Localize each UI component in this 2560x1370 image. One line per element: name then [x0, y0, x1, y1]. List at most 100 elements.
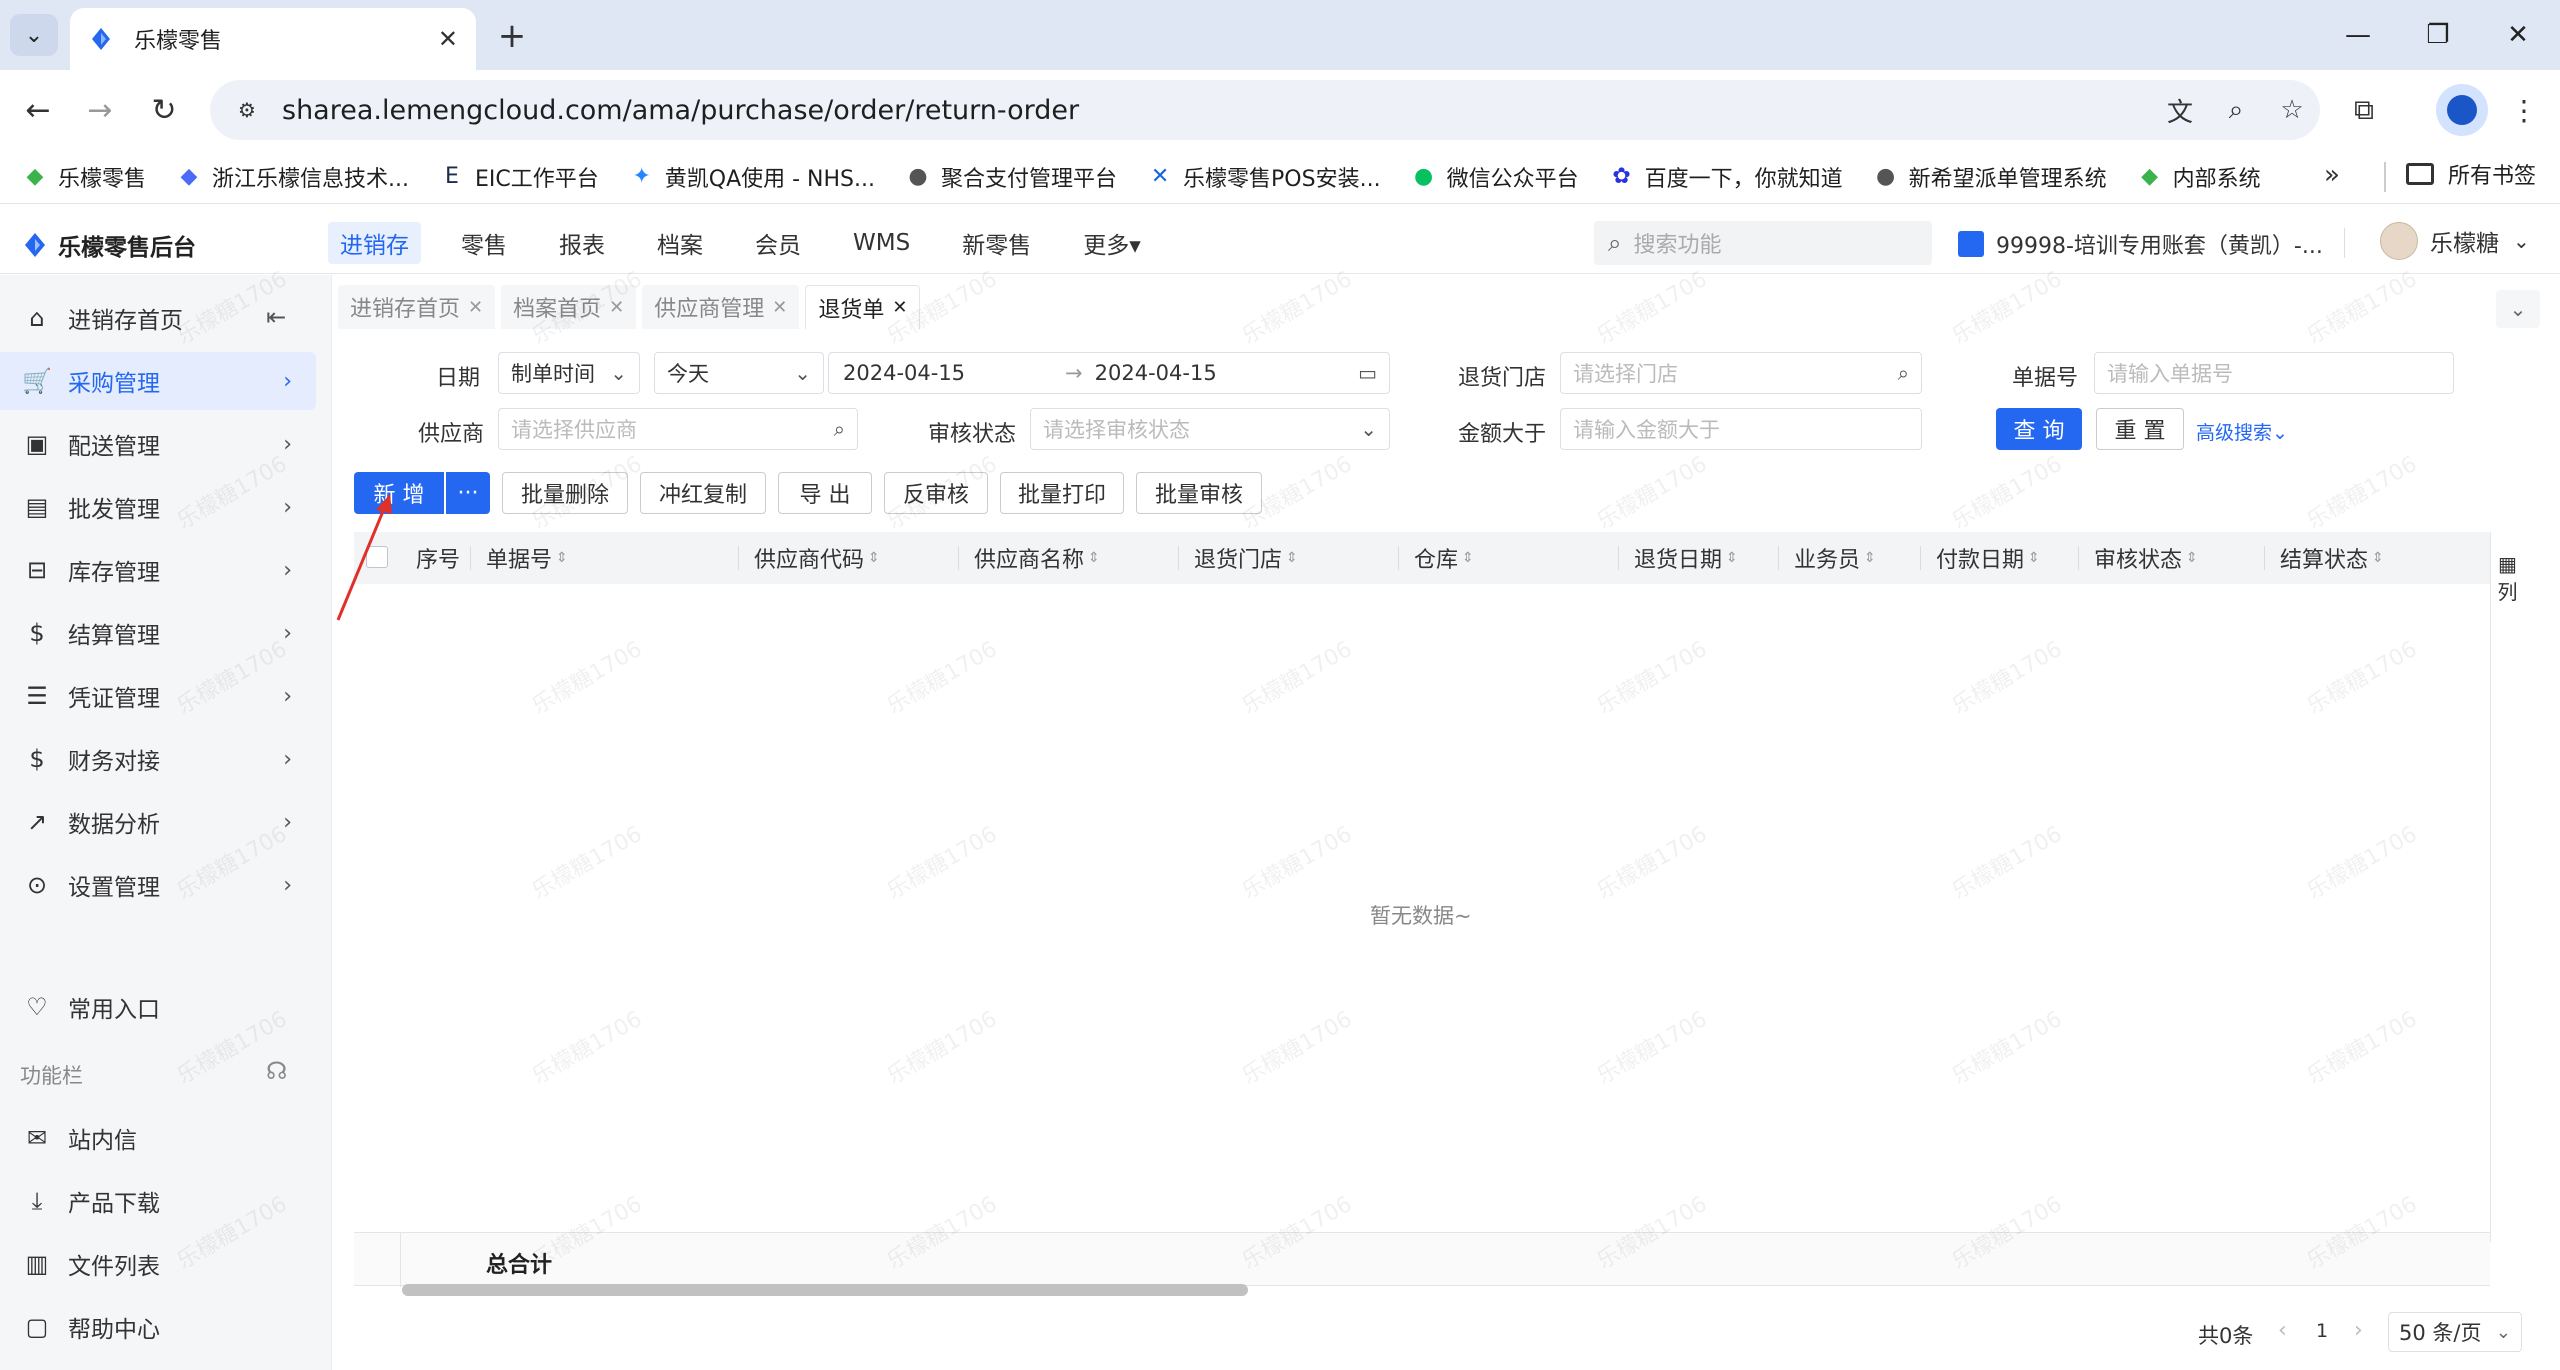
close-icon[interactable]: ✕: [468, 297, 483, 318]
prev-page-icon[interactable]: ‹: [2278, 1318, 2287, 1343]
table-column-header[interactable]: 审核状态 ⇕: [2094, 532, 2198, 584]
translate-icon[interactable]: 文: [2152, 86, 2208, 134]
red-copy-button[interactable]: 冲红复制: [640, 472, 766, 514]
bookmark-item[interactable]: ● 微信公众平台: [1411, 161, 1579, 193]
close-tab-icon[interactable]: ✕: [438, 25, 458, 53]
add-button[interactable]: 新 增: [354, 472, 444, 514]
topnav-item[interactable]: 进销存: [328, 222, 421, 264]
reset-button[interactable]: 重 置: [2096, 408, 2184, 450]
advanced-search-link[interactable]: 高级搜索⌄: [2196, 418, 2288, 445]
next-page-icon[interactable]: ›: [2354, 1318, 2363, 1343]
table-column-header[interactable]: 供应商代码 ⇕: [754, 532, 880, 584]
column-settings[interactable]: ▦ 列: [2490, 532, 2524, 1242]
back-button[interactable]: ←: [14, 86, 62, 134]
page-tab[interactable]: 进销存首页 ✕: [338, 285, 496, 329]
close-icon[interactable]: ✕: [609, 297, 624, 318]
close-icon[interactable]: ✕: [892, 297, 907, 318]
date-range-select[interactable]: 今天 ⌄: [654, 352, 824, 394]
page-tab[interactable]: 供应商管理 ✕: [642, 285, 800, 329]
query-button[interactable]: 查 询: [1996, 408, 2082, 450]
bookmarks-overflow-icon[interactable]: »: [2324, 160, 2340, 190]
add-more-button[interactable]: ···: [446, 472, 490, 514]
page-size-select[interactable]: 50 条/页 ⌄: [2388, 1312, 2522, 1352]
unaudit-button[interactable]: 反审核: [884, 472, 988, 514]
bookmark-item[interactable]: ◆ 浙江乐檬信息技术...: [176, 161, 409, 193]
account-selector[interactable]: 99998-培训专用账套（黄凯）-...: [1958, 228, 2323, 260]
topnav-item[interactable]: 会员: [743, 222, 813, 264]
table-column-header[interactable]: 仓库 ⇕: [1414, 532, 1474, 584]
return-store-input[interactable]: 请选择门店 ⌕: [1560, 352, 1922, 394]
table-column-header[interactable]: 业务员 ⇕: [1794, 532, 1876, 584]
batch-delete-button[interactable]: 批量删除: [502, 472, 628, 514]
audit-status-select[interactable]: 请选择审核状态 ⌄: [1030, 408, 1390, 450]
bookmark-item[interactable]: ✿ 百度一下，你就知道: [1609, 161, 1842, 193]
profile-avatar[interactable]: [2436, 84, 2488, 136]
topnav-item[interactable]: 零售: [449, 222, 519, 264]
bookmark-item[interactable]: ◆ 乐檬零售: [22, 161, 146, 193]
address-bar[interactable]: ⚙ sharea.lemengcloud.com/ama/purchase/or…: [210, 80, 2320, 140]
user-menu[interactable]: 乐檬糖 ⌄: [2380, 222, 2530, 260]
bookmark-item[interactable]: ✦ 黄凯QA使用 - NHS...: [629, 161, 875, 193]
sidebar-favorites[interactable]: ♡ 常用入口: [0, 978, 316, 1036]
new-tab-button[interactable]: +: [490, 14, 534, 58]
sidebar-bottom-item[interactable]: ▥ 文件列表: [0, 1235, 316, 1293]
select-all-checkbox[interactable]: [366, 546, 388, 568]
site-info-icon[interactable]: ⚙: [232, 95, 262, 125]
sidebar-item[interactable]: ↗ 数据分析 ›: [0, 793, 316, 851]
sidebar-bottom-item[interactable]: ✉ 站内信: [0, 1109, 316, 1167]
page-tabs-dropdown[interactable]: ⌄: [2496, 290, 2540, 328]
forward-button[interactable]: →: [76, 86, 124, 134]
bookmark-item[interactable]: ● 新希望派单管理系统: [1873, 161, 2107, 193]
sidebar-item[interactable]: ▤ 批发管理 ›: [0, 478, 316, 536]
sidebar-item[interactable]: $ 财务对接 ›: [0, 730, 316, 788]
close-window-button[interactable]: ✕: [2478, 8, 2558, 62]
bookmark-item[interactable]: ✕ 乐檬零售POS安装...: [1147, 161, 1381, 193]
table-column-header[interactable]: 供应商名称 ⇕: [974, 532, 1100, 584]
topnav-item[interactable]: 新零售: [950, 222, 1043, 264]
batch-print-button[interactable]: 批量打印: [1000, 472, 1124, 514]
topnav-item[interactable]: 档案: [645, 222, 715, 264]
minimize-button[interactable]: —: [2318, 8, 2398, 62]
page-tab[interactable]: 退货单 ✕: [805, 285, 921, 329]
table-column-header[interactable]: 结算状态 ⇕: [2280, 532, 2384, 584]
extensions-icon[interactable]: ⧉: [2340, 86, 2388, 134]
headset-icon[interactable]: ☊: [266, 1057, 287, 1085]
date-type-select[interactable]: 制单时间 ⌄: [498, 352, 640, 394]
sidebar-item[interactable]: $ 结算管理 ›: [0, 604, 316, 662]
topnav-item[interactable]: 更多▾: [1071, 222, 1153, 264]
restore-button[interactable]: ❐: [2398, 8, 2478, 62]
doc-no-input[interactable]: 请输入单据号: [2094, 352, 2454, 394]
sidebar-item[interactable]: ▣ 配送管理 ›: [0, 415, 316, 473]
bookmark-item[interactable]: ● 聚合支付管理平台: [905, 161, 1117, 193]
sidebar-item[interactable]: ☰ 凭证管理 ›: [0, 667, 316, 725]
table-column-header[interactable]: 退货门店 ⇕: [1194, 532, 1298, 584]
sidebar-item[interactable]: ⌂ 进销存首页: [0, 289, 316, 347]
supplier-input[interactable]: 请选择供应商 ⌕: [498, 408, 858, 450]
page-tab[interactable]: 档案首页 ✕: [501, 285, 637, 329]
zoom-icon[interactable]: ⌕: [2208, 86, 2264, 134]
topnav-item[interactable]: 报表: [547, 222, 617, 264]
horizontal-scrollbar[interactable]: [402, 1284, 1248, 1296]
current-page[interactable]: 1: [2316, 1320, 2328, 1342]
date-range-picker[interactable]: 2024-04-15 → 2024-04-15 ▭: [828, 352, 1390, 394]
browser-menu-icon[interactable]: ⋮: [2500, 86, 2548, 134]
sidebar-item[interactable]: ⊟ 库存管理 ›: [0, 541, 316, 599]
url-text[interactable]: sharea.lemengcloud.com/ama/purchase/orde…: [282, 95, 2152, 126]
close-icon[interactable]: ✕: [772, 297, 787, 318]
bookmark-star-icon[interactable]: ☆: [2264, 86, 2320, 134]
sidebar-item[interactable]: 🛒 采购管理 ›: [0, 352, 316, 410]
browser-tab[interactable]: 乐檬零售 ✕: [70, 8, 476, 70]
table-column-header[interactable]: 单据号 ⇕: [486, 532, 568, 584]
reload-button[interactable]: ↻: [140, 86, 188, 134]
amount-input[interactable]: 请输入金额大于: [1560, 408, 1922, 450]
bookmark-item[interactable]: ◆ 内部系统: [2137, 161, 2260, 193]
export-button[interactable]: 导 出: [778, 472, 872, 514]
tab-search-button[interactable]: ⌄: [10, 14, 58, 56]
sidebar-bottom-item[interactable]: ⤓ 产品下载: [0, 1172, 316, 1230]
topnav-item[interactable]: WMS: [841, 222, 922, 264]
table-column-header[interactable]: 付款日期 ⇕: [1936, 532, 2040, 584]
app-logo[interactable]: 乐檬零售后台: [22, 228, 196, 262]
all-bookmarks[interactable]: 所有书签: [2406, 158, 2536, 190]
batch-audit-button[interactable]: 批量审核: [1136, 472, 1262, 514]
sidebar-item[interactable]: ⊙ 设置管理 ›: [0, 856, 316, 914]
